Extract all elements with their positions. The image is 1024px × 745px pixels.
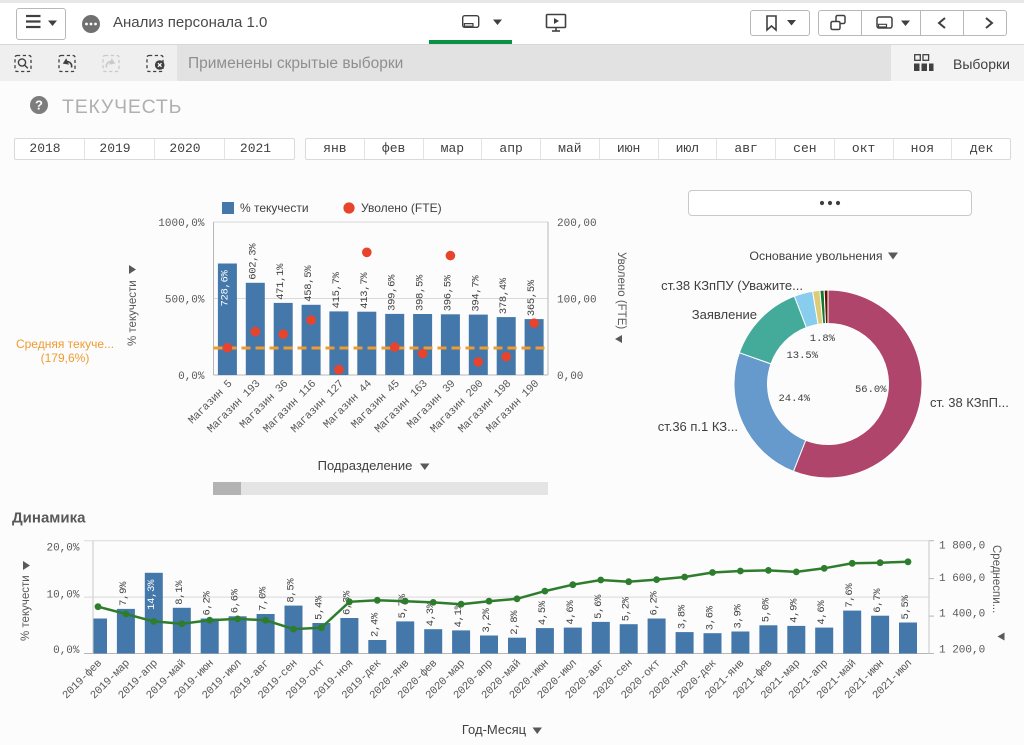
svg-text:7,0%: 7,0% [258, 586, 270, 611]
svg-text:200,00: 200,00 [557, 218, 597, 230]
svg-text:5,7%: 5,7% [397, 593, 409, 618]
svg-text:5,4%: 5,4% [313, 595, 325, 620]
svg-text:394,7%: 394,7% [470, 275, 482, 312]
svg-text:500,0%: 500,0% [165, 295, 205, 307]
svg-text:471,1%: 471,1% [275, 263, 287, 300]
svg-text:5,6%: 5,6% [593, 594, 605, 619]
svg-text:Уволено (FTE): Уволено (FTE) [361, 201, 442, 215]
svg-text:0,0%: 0,0% [178, 371, 205, 383]
svg-text:Среднеспи...: Среднеспи... [990, 545, 1002, 613]
svg-text:413,7%: 413,7% [359, 272, 371, 309]
svg-text:6,6%: 6,6% [230, 588, 242, 613]
svg-text:1 800,0: 1 800,0 [939, 540, 985, 552]
svg-text:1 400,0: 1 400,0 [939, 609, 985, 621]
svg-text:13.5%: 13.5% [786, 350, 818, 362]
svg-text:5,2%: 5,2% [621, 596, 633, 621]
svg-text:ст.38 КЗпПУ (Уважите...: ст.38 КЗпПУ (Уважите... [661, 278, 803, 293]
svg-text:396,5%: 396,5% [442, 274, 454, 311]
svg-text:8,5%: 8,5% [286, 578, 298, 603]
svg-text:100,00: 100,00 [557, 295, 597, 307]
svg-text:398,5%: 398,5% [415, 274, 427, 311]
svg-text:3,2%: 3,2% [481, 607, 493, 632]
svg-text:(179,6%): (179,6%) [41, 351, 90, 365]
svg-text:3,8%: 3,8% [677, 604, 689, 629]
svg-text:% текучести: % текучести [240, 201, 309, 215]
svg-text:Средняя текуче...: Средняя текуче... [16, 337, 114, 351]
svg-text:4,9%: 4,9% [788, 598, 800, 623]
svg-text:7,9%: 7,9% [118, 581, 130, 606]
svg-text:20,0%: 20,0% [46, 543, 79, 555]
svg-text:2,4%: 2,4% [369, 612, 381, 637]
svg-text:10,0%: 10,0% [46, 590, 79, 602]
svg-text:0,0%: 0,0% [53, 645, 80, 657]
svg-text:365,5%: 365,5% [526, 279, 538, 316]
svg-text:378,4%: 378,4% [498, 277, 510, 314]
svg-text:458,5%: 458,5% [303, 265, 315, 302]
svg-text:3,6%: 3,6% [705, 605, 717, 630]
svg-text:6,2%: 6,2% [202, 590, 214, 615]
svg-text:1.8%: 1.8% [810, 333, 836, 345]
svg-text:Заявление: Заявление [692, 307, 757, 322]
svg-text:5,0%: 5,0% [760, 597, 772, 622]
svg-text:2,8%: 2,8% [509, 610, 521, 635]
svg-text:Основание увольнения: Основание увольнения [749, 249, 882, 263]
svg-text:Динамика: Динамика [12, 510, 86, 527]
svg-text:56.0%: 56.0% [855, 384, 887, 396]
svg-text:6,7%: 6,7% [872, 588, 884, 613]
svg-text:% текучести: % текучести [20, 575, 32, 641]
svg-text:% текучести: % текучести [127, 280, 139, 346]
svg-text:0,00: 0,00 [557, 371, 583, 383]
svg-text:7,6%: 7,6% [844, 583, 856, 608]
svg-text:Подразделение: Подразделение [318, 458, 413, 473]
svg-text:1000,0%: 1000,0% [158, 218, 205, 230]
svg-text:5,5%: 5,5% [900, 594, 912, 619]
svg-text:Уволено (FTE): Уволено (FTE) [615, 252, 627, 329]
svg-text:728,6%: 728,6% [219, 270, 231, 307]
svg-text:3,9%: 3,9% [732, 603, 744, 628]
svg-text:602,3%: 602,3% [247, 243, 259, 280]
svg-text:14,3%: 14,3% [146, 579, 158, 610]
svg-text:6,2%: 6,2% [649, 590, 661, 615]
svg-text:ст.36 п.1 КЗ...: ст.36 п.1 КЗ... [658, 419, 738, 434]
svg-text:8,1%: 8,1% [174, 580, 186, 605]
svg-text:415,7%: 415,7% [331, 271, 343, 308]
svg-text:4,6%: 4,6% [565, 600, 577, 625]
svg-text:?: ? [35, 98, 43, 113]
svg-text:4,6%: 4,6% [816, 600, 828, 625]
svg-text:ст. 38 КЗпП...: ст. 38 КЗпП... [930, 395, 1009, 410]
svg-text:Год-Месяц: Год-Месяц [462, 722, 527, 737]
svg-text:399,6%: 399,6% [387, 274, 399, 311]
svg-text:24.4%: 24.4% [778, 393, 810, 405]
svg-text:4,5%: 4,5% [537, 600, 549, 625]
svg-text:1 200,0: 1 200,0 [939, 645, 985, 657]
svg-text:1 600,0: 1 600,0 [939, 573, 985, 585]
